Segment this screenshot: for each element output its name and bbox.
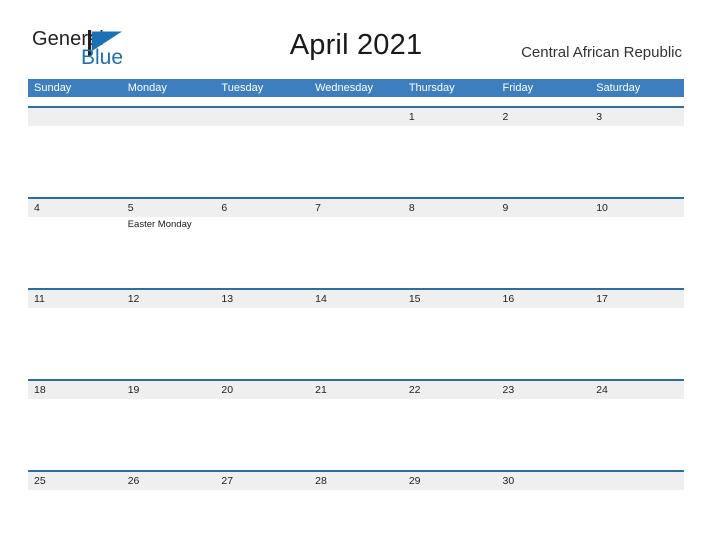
day-number[interactable]: 10 xyxy=(590,199,684,217)
day-events[interactable] xyxy=(309,217,403,279)
day-events[interactable] xyxy=(590,308,684,370)
week-row: 11 12 13 14 15 16 17 xyxy=(28,288,684,370)
day-number[interactable]: 27 xyxy=(215,472,309,490)
week-date-strip: 11 12 13 14 15 16 17 xyxy=(28,290,684,308)
week-event-body: Easter Monday xyxy=(28,217,684,279)
weekday-header-thursday: Thursday xyxy=(408,82,455,94)
day-events[interactable] xyxy=(497,217,591,279)
day-number[interactable]: 30 xyxy=(497,472,591,490)
day-events[interactable] xyxy=(28,308,122,370)
week-event-body xyxy=(28,126,684,188)
day-events[interactable] xyxy=(28,399,122,461)
day-number[interactable]: 20 xyxy=(215,381,309,399)
day-events[interactable] xyxy=(122,126,216,188)
weekday-header-friday: Friday xyxy=(502,82,534,94)
weekday-header-saturday: Saturday xyxy=(596,82,641,94)
weekday-header-sunday: Sunday xyxy=(34,82,72,94)
day-events[interactable] xyxy=(403,308,497,370)
day-events[interactable] xyxy=(215,217,309,279)
day-events[interactable] xyxy=(497,399,591,461)
week-row: 1 2 3 xyxy=(28,106,684,188)
day-number[interactable]: 9 xyxy=(497,199,591,217)
week-row: 25 26 27 28 29 30 xyxy=(28,470,684,552)
day-number[interactable] xyxy=(590,472,684,490)
weekday-header-wednesday: Wednesday xyxy=(315,82,373,94)
day-number[interactable]: 23 xyxy=(497,381,591,399)
week-row: 18 19 20 21 22 23 24 xyxy=(28,379,684,461)
day-number[interactable]: 29 xyxy=(403,472,497,490)
day-events[interactable] xyxy=(122,399,216,461)
day-number[interactable]: 2 xyxy=(497,108,591,126)
day-number[interactable]: 18 xyxy=(28,381,122,399)
day-events[interactable] xyxy=(215,126,309,188)
day-number[interactable] xyxy=(215,108,309,126)
day-events[interactable] xyxy=(403,490,497,552)
day-number[interactable]: 11 xyxy=(28,290,122,308)
day-number[interactable]: 28 xyxy=(309,472,403,490)
day-events[interactable] xyxy=(28,490,122,552)
day-events[interactable] xyxy=(28,217,122,279)
day-number[interactable]: 26 xyxy=(122,472,216,490)
day-events[interactable] xyxy=(215,399,309,461)
day-number[interactable]: 15 xyxy=(403,290,497,308)
day-number[interactable]: 17 xyxy=(590,290,684,308)
day-events[interactable] xyxy=(590,126,684,188)
day-events[interactable] xyxy=(590,490,684,552)
day-events[interactable] xyxy=(309,399,403,461)
day-events[interactable] xyxy=(122,490,216,552)
day-number[interactable]: 22 xyxy=(403,381,497,399)
day-number[interactable]: 12 xyxy=(122,290,216,308)
day-number[interactable]: 8 xyxy=(403,199,497,217)
day-events[interactable] xyxy=(403,126,497,188)
week-event-body xyxy=(28,308,684,370)
day-events[interactable] xyxy=(590,217,684,279)
day-events[interactable] xyxy=(28,126,122,188)
day-events[interactable] xyxy=(403,217,497,279)
day-number[interactable]: 5 xyxy=(122,199,216,217)
week-date-strip: 4 5 6 7 8 9 10 xyxy=(28,199,684,217)
day-number[interactable] xyxy=(122,108,216,126)
day-events[interactable]: Easter Monday xyxy=(122,217,216,279)
day-events[interactable] xyxy=(497,490,591,552)
day-number[interactable]: 1 xyxy=(403,108,497,126)
day-number[interactable]: 14 xyxy=(309,290,403,308)
weekday-header-monday: Monday xyxy=(127,82,167,94)
day-events[interactable] xyxy=(403,399,497,461)
page-header: General Blue April 2021 Central African … xyxy=(0,0,712,78)
week-row: 4 5 6 7 8 9 10 Easter Monday xyxy=(28,197,684,279)
day-number[interactable]: 25 xyxy=(28,472,122,490)
day-number[interactable]: 4 xyxy=(28,199,122,217)
calendar-grid: Sunday Monday Tuesday Wednesday Thursday… xyxy=(28,79,684,552)
day-number[interactable]: 24 xyxy=(590,381,684,399)
holiday-event: Easter Monday xyxy=(127,219,192,230)
day-number[interactable] xyxy=(309,108,403,126)
day-events[interactable] xyxy=(309,308,403,370)
day-events[interactable] xyxy=(590,399,684,461)
day-number[interactable] xyxy=(28,108,122,126)
day-events[interactable] xyxy=(309,126,403,188)
day-events[interactable] xyxy=(215,308,309,370)
day-number[interactable]: 13 xyxy=(215,290,309,308)
weekday-header-tuesday: Tuesday xyxy=(221,82,264,94)
week-event-body xyxy=(28,490,684,552)
day-number[interactable]: 16 xyxy=(497,290,591,308)
day-events[interactable] xyxy=(309,490,403,552)
weekday-header-row: Sunday Monday Tuesday Wednesday Thursday… xyxy=(28,79,684,97)
day-number[interactable]: 7 xyxy=(309,199,403,217)
day-events[interactable] xyxy=(215,490,309,552)
day-number[interactable]: 21 xyxy=(309,381,403,399)
week-date-strip: 25 26 27 28 29 30 xyxy=(28,472,684,490)
region-label: Central African Republic xyxy=(521,44,682,61)
week-event-body xyxy=(28,399,684,461)
day-events[interactable] xyxy=(497,308,591,370)
day-number[interactable]: 19 xyxy=(122,381,216,399)
week-date-strip: 1 2 3 xyxy=(28,108,684,126)
day-number[interactable]: 6 xyxy=(215,199,309,217)
day-events[interactable] xyxy=(497,126,591,188)
day-events[interactable] xyxy=(122,308,216,370)
week-date-strip: 18 19 20 21 22 23 24 xyxy=(28,381,684,399)
day-number[interactable]: 3 xyxy=(590,108,684,126)
